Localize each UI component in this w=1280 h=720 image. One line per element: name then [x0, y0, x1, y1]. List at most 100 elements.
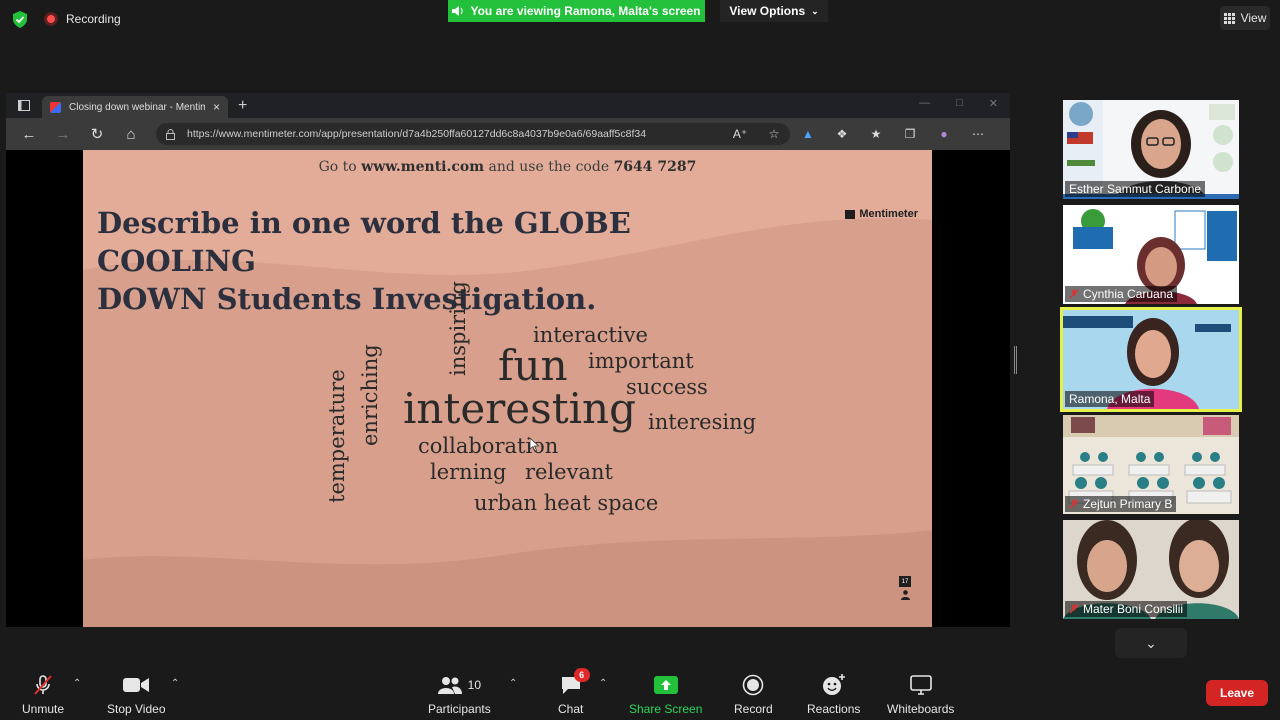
- participant-name: Cynthia Caruana: [1083, 287, 1174, 301]
- share-screen-label: Share Screen: [629, 702, 703, 716]
- word-interesting: interesting: [403, 384, 636, 433]
- favorite-star-icon[interactable]: ☆: [764, 127, 784, 141]
- whiteboards-label: Whiteboards: [887, 702, 955, 716]
- close-window-icon[interactable]: ✕: [989, 97, 998, 110]
- record-label: Record: [734, 702, 773, 716]
- whiteboards-button[interactable]: Whiteboards: [887, 672, 954, 716]
- leave-button[interactable]: Leave: [1206, 680, 1268, 706]
- grid-icon: [1223, 12, 1235, 24]
- word-enriching: enriching: [358, 344, 382, 446]
- word-inspiring: inspiring: [446, 281, 470, 376]
- security-shield-icon[interactable]: [12, 11, 28, 28]
- participants-options-caret-icon[interactable]: ⌃: [509, 678, 517, 689]
- view-options-button[interactable]: View Options ⌄: [720, 0, 828, 22]
- participant-label: Zejtun Primary B: [1065, 496, 1177, 512]
- participants-label: Participants: [428, 702, 491, 716]
- tab-actions-icon[interactable]: [6, 93, 42, 118]
- participants-count: 10: [467, 678, 482, 692]
- word-fun: fun: [498, 341, 568, 390]
- chat-button[interactable]: 6 Chat: [558, 668, 590, 716]
- participant-name: Mater Boni Consilii: [1083, 602, 1184, 616]
- recording-label: Recording: [66, 12, 121, 26]
- share-screen-button[interactable]: Share Screen: [629, 672, 702, 716]
- view-button[interactable]: View: [1220, 6, 1270, 30]
- chat-label: Chat: [558, 702, 584, 716]
- participant-label: Esther Sammut Carbone: [1065, 181, 1206, 197]
- question-line-1: Describe in one word the GLOBE COOLING: [97, 206, 631, 278]
- stop-video-button[interactable]: Stop Video: [107, 672, 166, 716]
- participants-button[interactable]: 10 Participants: [428, 672, 491, 716]
- gallery-scroll-down-button[interactable]: ⌄: [1115, 628, 1187, 658]
- mic-muted-icon: [34, 675, 52, 695]
- participant-name: Zejtun Primary B: [1083, 497, 1173, 511]
- mentimeter-mark-icon: [845, 209, 856, 219]
- response-counter: 17: [899, 576, 911, 600]
- viewing-banner-text: You are viewing Ramona, Malta's screen: [470, 4, 701, 18]
- audio-options-caret-icon[interactable]: ⌃: [73, 678, 81, 689]
- record-button[interactable]: Record: [734, 672, 773, 716]
- chat-options-caret-icon[interactable]: ⌃: [599, 678, 607, 689]
- read-aloud-icon[interactable]: A⁺: [730, 127, 750, 141]
- maximize-icon[interactable]: □: [956, 97, 963, 110]
- code-prefix: Go to: [318, 159, 357, 175]
- code-mid: and use the code: [488, 159, 610, 175]
- browser-tab[interactable]: Closing down webinar - Mentim ×: [42, 96, 228, 118]
- video-tile-esther[interactable]: Esther Sammut Carbone: [1063, 100, 1239, 199]
- person-icon: [900, 590, 910, 600]
- video-camera-icon: [123, 678, 150, 692]
- word-temperature: temperature: [325, 369, 349, 503]
- profile-icon[interactable]: ●: [934, 127, 954, 141]
- url-text: https://www.mentimeter.com/app/presentat…: [187, 128, 647, 140]
- lock-icon: [166, 128, 175, 140]
- participant-name: Esther Sammut Carbone: [1069, 182, 1202, 196]
- browser-toolbar-icons: A⁺ ☆ ▲ ❖ ★ ❐ ● ⋯: [730, 118, 988, 150]
- stop-video-label: Stop Video: [107, 702, 166, 716]
- video-tile-mater[interactable]: Mater Boni Consilii: [1063, 520, 1239, 619]
- zoom-window: Recording You are viewing Ramona, Malta'…: [0, 0, 1280, 720]
- favorites-icon[interactable]: ★: [866, 127, 886, 141]
- forward-icon[interactable]: →: [48, 120, 78, 148]
- video-tile-zejtun[interactable]: Zejtun Primary B: [1063, 415, 1239, 514]
- word-success: success: [626, 375, 708, 399]
- chevron-down-icon: ⌄: [1145, 634, 1157, 651]
- more-icon[interactable]: ⋯: [968, 127, 988, 141]
- back-icon[interactable]: ←: [14, 120, 44, 148]
- close-tab-icon[interactable]: ×: [213, 100, 220, 114]
- collections-icon[interactable]: ❐: [900, 127, 920, 141]
- reactions-smiley-icon: [822, 674, 845, 695]
- participants-icon: [437, 677, 462, 694]
- mentimeter-brand: Mentimeter: [859, 208, 918, 220]
- record-icon: [743, 674, 764, 696]
- home-icon[interactable]: ⌂: [116, 120, 146, 148]
- mentimeter-logo: Mentimeter: [845, 208, 918, 220]
- chat-unread-badge: 6: [573, 668, 590, 682]
- gallery-resize-handle[interactable]: [1014, 346, 1018, 374]
- refresh-icon[interactable]: ↻: [82, 120, 112, 148]
- view-options-label: View Options: [729, 4, 806, 18]
- extensions-icon[interactable]: ❖: [832, 127, 852, 141]
- share-screen-icon: [653, 676, 678, 694]
- word-relevant: relevant: [525, 460, 613, 484]
- url-input[interactable]: https://www.mentimeter.com/app/presentat…: [156, 123, 790, 145]
- chevron-down-icon: ⌄: [811, 5, 819, 16]
- extension-shield-icon[interactable]: ▲: [798, 127, 818, 141]
- video-options-caret-icon[interactable]: ⌃: [171, 678, 179, 689]
- mentimeter-favicon-icon: [50, 101, 61, 113]
- word-important: important: [588, 349, 694, 373]
- new-tab-icon[interactable]: +: [238, 97, 247, 115]
- reactions-label: Reactions: [807, 702, 861, 716]
- video-tile-ramona[interactable]: Ramona, Malta: [1060, 307, 1242, 412]
- participant-label: Cynthia Caruana: [1065, 286, 1178, 302]
- minimize-icon[interactable]: —: [919, 97, 930, 110]
- recording-indicator[interactable]: Recording: [44, 12, 121, 26]
- video-tile-cynthia[interactable]: Cynthia Caruana: [1063, 205, 1239, 304]
- mic-off-icon: [1069, 289, 1079, 299]
- shared-screen: Closing down webinar - Mentim × + — □ ✕ …: [6, 93, 1010, 627]
- reactions-button[interactable]: Reactions: [807, 672, 860, 716]
- word-lerning: lerning: [430, 460, 507, 484]
- unmute-button[interactable]: Unmute: [22, 672, 64, 716]
- participant-label: Ramona, Malta: [1065, 391, 1155, 407]
- meeting-toolbar: Unmute ⌃ Stop Video ⌃ 10 Participants ⌃ …: [0, 660, 1280, 720]
- viewing-banner: You are viewing Ramona, Malta's screen: [448, 0, 705, 22]
- menti-code: 7644 7287: [613, 159, 697, 175]
